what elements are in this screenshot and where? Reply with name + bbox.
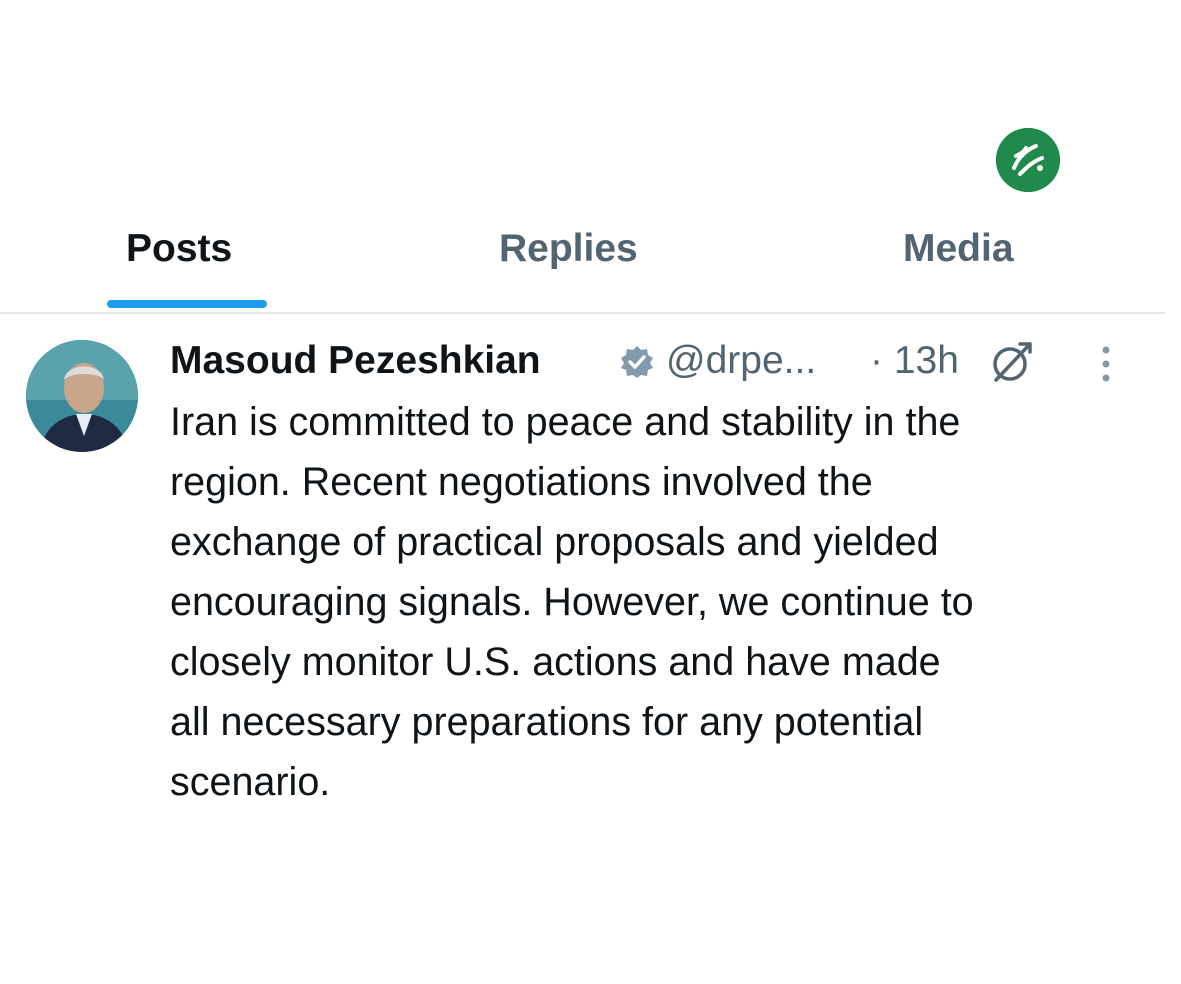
author-name[interactable]: Masoud Pezeshkian bbox=[170, 336, 541, 386]
post-text-line: exchange of practical proposals and yiel… bbox=[170, 520, 939, 564]
post-text: Iran is committed to peace and stability… bbox=[170, 392, 1145, 812]
post-text-line: Iran is committed to peace and stability… bbox=[170, 400, 961, 444]
post-text-line: scenario. bbox=[170, 760, 331, 804]
profile-tabs: Posts Replies Media bbox=[0, 210, 1165, 314]
tab-replies[interactable]: Replies bbox=[499, 224, 638, 274]
post-text-line: region. Recent negotiations involved the bbox=[170, 460, 873, 504]
post-text-line: encouraging signals. However, we continu… bbox=[170, 580, 974, 624]
watermark-logo-icon bbox=[996, 128, 1060, 192]
more-options-icon[interactable] bbox=[1094, 342, 1118, 386]
post-timestamp[interactable]: · 13h bbox=[870, 336, 959, 386]
verified-badge-icon bbox=[620, 345, 654, 379]
author-handle[interactable]: @drpe... bbox=[666, 336, 816, 386]
avatar[interactable] bbox=[26, 340, 138, 452]
tab-media[interactable]: Media bbox=[903, 224, 1014, 274]
post-header: Masoud Pezeshkian @drpe... · 13h bbox=[170, 334, 1130, 388]
grok-icon[interactable] bbox=[988, 338, 1036, 386]
active-tab-indicator bbox=[107, 300, 267, 308]
post-text-line: all necessary preparations for any poten… bbox=[170, 700, 924, 744]
tab-posts[interactable]: Posts bbox=[126, 224, 232, 274]
post-text-line: closely monitor U.S. actions and have ma… bbox=[170, 640, 941, 684]
